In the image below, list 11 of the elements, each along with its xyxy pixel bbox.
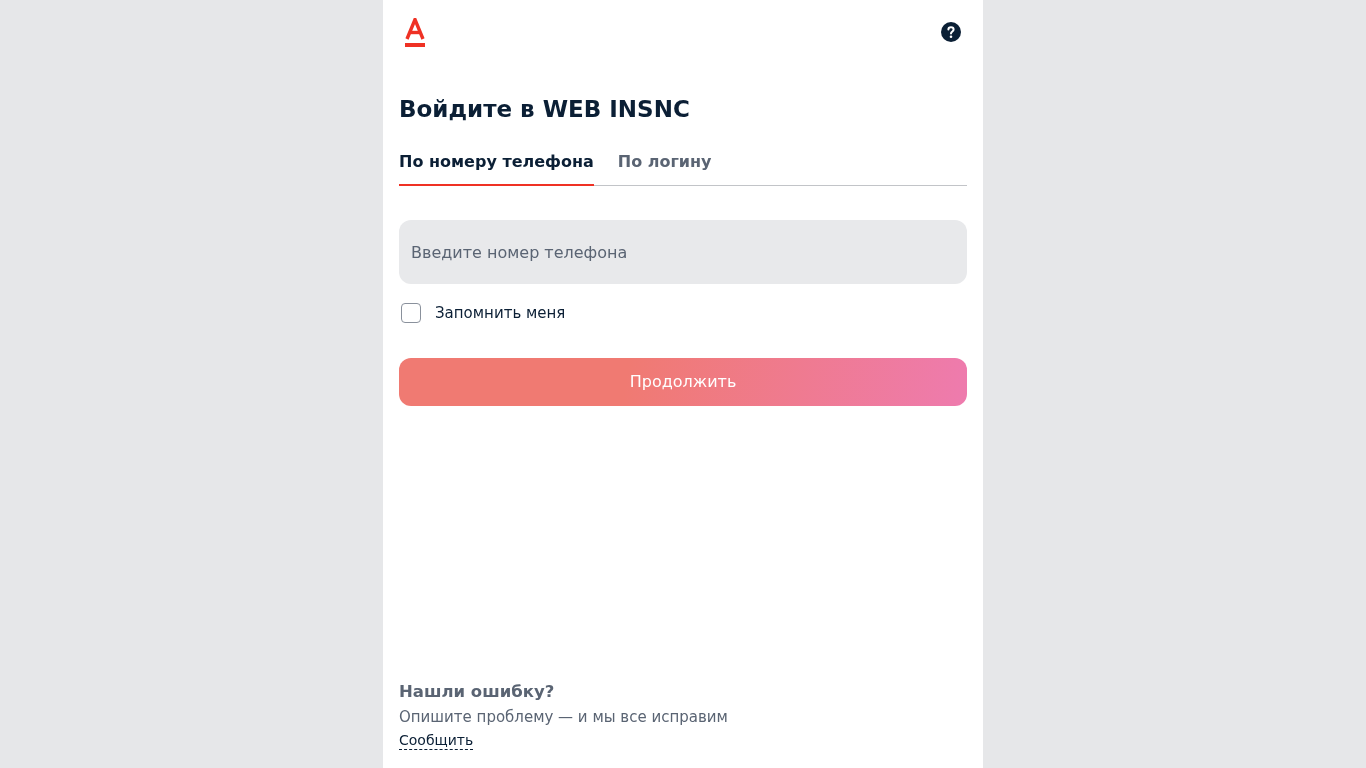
remember-checkbox[interactable]: [401, 303, 421, 324]
phone-input-field[interactable]: Введите номер телефона: [399, 220, 967, 284]
report-link[interactable]: Сообщить: [399, 732, 474, 750]
logo-icon: [405, 17, 425, 47]
tab[interactable]: По логину: [617, 152, 712, 186]
tab[interactable]: По номеру телефона: [399, 152, 594, 186]
page-title: Войдите в WEB INSNC: [399, 95, 691, 124]
feedback-title: Нашли ошибку?: [399, 681, 556, 703]
feedback-text: Опишите проблему — и мы все исправим: [399, 707, 729, 728]
remember-label[interactable]: Запомнить меня: [435, 302, 566, 325]
help-icon[interactable]: [941, 22, 961, 42]
